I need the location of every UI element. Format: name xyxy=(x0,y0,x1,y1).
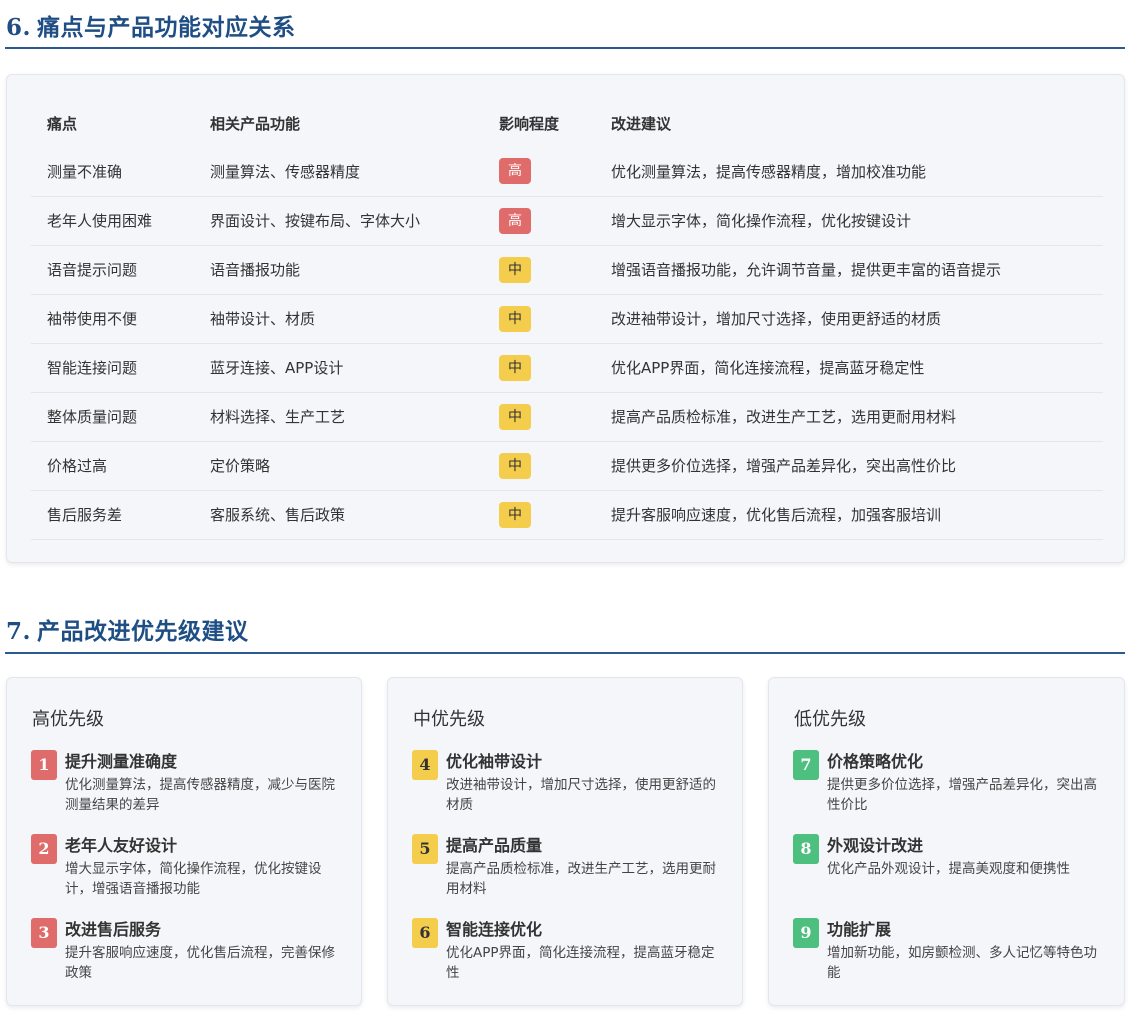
priority-number-badge: 4 xyxy=(412,750,438,780)
priority-item-title: 功能扩展 xyxy=(827,920,892,939)
cell-impact: 高 xyxy=(483,147,595,197)
priority-item-desc: 提供更多价位选择，增强产品差异化，突出高性价比 xyxy=(827,777,1097,813)
cell-pain: 价格过高 xyxy=(31,441,194,491)
header-pain: 痛点 xyxy=(47,114,78,133)
cell-pain: 语音提示问题 xyxy=(31,245,194,295)
pain-point-table: 痛点 相关产品功能 影响程度 改进建议 测量不准确 测量算法、传感器精度 高 优… xyxy=(31,99,1103,540)
low-priority-card: 低优先级 7 价格策略优化 提供更多价位选择，增强产品差异化，突出高性价比 8 … xyxy=(768,677,1125,1006)
cell-feature: 测量算法、传感器精度 xyxy=(194,147,483,197)
priority-item-desc: 优化测量算法，提高传感器精度，减少与医院测量结果的差异 xyxy=(65,777,335,813)
cell-suggestion: 提高产品质检标准，改进生产工艺，选用更耐用材料 xyxy=(595,392,1103,442)
table-row: 语音提示问题 语音播报功能 中 增强语音播报功能，允许调节音量，提供更丰富的语音… xyxy=(31,245,1103,295)
cell-pain: 袖带使用不便 xyxy=(31,294,194,344)
section-7-divider xyxy=(5,652,1125,654)
priority-item-title: 提升测量准确度 xyxy=(65,752,178,771)
priority-item-desc: 提升客服响应速度，优化售后流程，完善保修政策 xyxy=(65,945,335,981)
cell-impact: 中 xyxy=(483,441,595,491)
section-6-number: 6. xyxy=(6,14,32,41)
section-7-number: 7. xyxy=(6,618,32,645)
cell-feature: 语音播报功能 xyxy=(194,245,483,295)
cell-impact: 中 xyxy=(483,490,595,540)
impact-badge-medium: 中 xyxy=(499,354,531,381)
impact-badge-medium: 中 xyxy=(499,256,531,283)
cell-suggestion: 提升客服响应速度，优化售后流程，加强客服培训 xyxy=(595,490,1103,540)
priority-number-badge: 7 xyxy=(793,750,819,780)
priority-item-title: 价格策略优化 xyxy=(827,752,924,771)
cell-pain: 老年人使用困难 xyxy=(31,196,194,246)
table-row: 价格过高 定价策略 中 提供更多价位选择，增强产品差异化，突出高性价比 xyxy=(31,441,1103,491)
section-7-title-text: 产品改进优先级建议 xyxy=(37,618,249,645)
header-impact: 影响程度 xyxy=(499,114,560,133)
card-heading: 高优先级 xyxy=(32,709,104,730)
impact-badge-medium: 中 xyxy=(499,501,531,528)
cell-impact: 高 xyxy=(483,196,595,246)
priority-number-badge: 3 xyxy=(31,918,57,948)
priority-item-title: 老年人友好设计 xyxy=(65,836,178,855)
cell-feature: 界面设计、按键布局、字体大小 xyxy=(194,196,483,246)
cell-feature: 袖带设计、材质 xyxy=(194,294,483,344)
priority-item-desc: 提高产品质检标准，改进生产工艺，选用更耐用材料 xyxy=(446,861,716,897)
priority-item-desc: 改进袖带设计，增加尺寸选择，使用更舒适的材质 xyxy=(446,777,716,813)
cell-suggestion: 增大显示字体，简化操作流程，优化按键设计 xyxy=(595,196,1103,246)
table-row: 售后服务差 客服系统、售后政策 中 提升客服响应速度，优化售后流程，加强客服培训 xyxy=(31,490,1103,540)
priority-number-badge: 9 xyxy=(793,918,819,948)
cell-feature: 蓝牙连接、APP设计 xyxy=(194,343,483,393)
priority-item-title: 智能连接优化 xyxy=(446,920,543,939)
priority-item-title: 提高产品质量 xyxy=(446,836,543,855)
header-feature: 相关产品功能 xyxy=(210,114,301,133)
cell-suggestion: 增强语音播报功能，允许调节音量，提供更丰富的语音提示 xyxy=(595,245,1103,295)
cell-pain: 测量不准确 xyxy=(31,147,194,197)
priority-item-title: 优化袖带设计 xyxy=(446,752,543,771)
cell-feature: 客服系统、售后政策 xyxy=(194,490,483,540)
priority-number-badge: 1 xyxy=(31,750,57,780)
cell-suggestion: 优化测量算法，提高传感器精度，增加校准功能 xyxy=(595,147,1103,197)
table-row: 老年人使用困难 界面设计、按键布局、字体大小 高 增大显示字体，简化操作流程，优… xyxy=(31,196,1103,246)
medium-priority-card: 中优先级 4 优化袖带设计 改进袖带设计，增加尺寸选择，使用更舒适的材质 5 提… xyxy=(387,677,743,1006)
cell-pain: 售后服务差 xyxy=(31,490,194,540)
high-priority-card: 高优先级 1 提升测量准确度 优化测量算法，提高传感器精度，减少与医院测量结果的… xyxy=(6,677,362,1006)
cell-impact: 中 xyxy=(483,392,595,442)
table-row: 测量不准确 测量算法、传感器精度 高 优化测量算法，提高传感器精度，增加校准功能 xyxy=(31,147,1103,197)
cell-impact: 中 xyxy=(483,294,595,344)
section-7-title: 7. 产品改进优先级建议 xyxy=(6,612,249,646)
priority-item-desc: 优化APP界面，简化连接流程，提高蓝牙稳定性 xyxy=(446,945,715,981)
impact-badge-medium: 中 xyxy=(499,305,531,332)
cell-feature: 定价策略 xyxy=(194,441,483,491)
cell-suggestion: 优化APP界面，简化连接流程，提高蓝牙稳定性 xyxy=(595,343,1103,393)
table-header-row: 痛点 相关产品功能 影响程度 改进建议 xyxy=(31,99,1103,147)
priority-item-title: 改进售后服务 xyxy=(65,920,162,939)
impact-badge-high: 高 xyxy=(499,207,531,234)
priority-number-badge: 8 xyxy=(793,834,819,864)
priority-item-desc: 增加新功能，如房颤检测、多人记忆等特色功能 xyxy=(827,945,1097,981)
table-row: 整体质量问题 材料选择、生产工艺 中 提高产品质检标准，改进生产工艺，选用更耐用… xyxy=(31,392,1103,442)
section-6-title-text: 痛点与产品功能对应关系 xyxy=(37,14,296,41)
table-row: 袖带使用不便 袖带设计、材质 中 改进袖带设计，增加尺寸选择，使用更舒适的材质 xyxy=(31,294,1103,344)
priority-number-badge: 2 xyxy=(31,834,57,864)
card-heading: 中优先级 xyxy=(413,709,485,730)
impact-badge-high: 高 xyxy=(499,158,531,185)
section-6-divider xyxy=(5,47,1125,49)
card-heading: 低优先级 xyxy=(794,709,866,730)
priority-item-title: 外观设计改进 xyxy=(827,836,924,855)
cell-feature: 材料选择、生产工艺 xyxy=(194,392,483,442)
cell-suggestion: 改进袖带设计，增加尺寸选择，使用更舒适的材质 xyxy=(595,294,1103,344)
priority-number-badge: 6 xyxy=(412,918,438,948)
header-suggestion: 改进建议 xyxy=(611,114,672,133)
cell-suggestion: 提供更多价位选择，增强产品差异化，突出高性价比 xyxy=(595,441,1103,491)
priority-item-desc: 增大显示字体，简化操作流程，优化按键设计，增强语音播报功能 xyxy=(65,861,322,897)
pain-point-table-card: 痛点 相关产品功能 影响程度 改进建议 测量不准确 测量算法、传感器精度 高 优… xyxy=(6,74,1125,563)
cell-impact: 中 xyxy=(483,245,595,295)
priority-number-badge: 5 xyxy=(412,834,438,864)
cell-impact: 中 xyxy=(483,343,595,393)
impact-badge-medium: 中 xyxy=(499,452,531,479)
cell-pain: 整体质量问题 xyxy=(31,392,194,442)
impact-badge-medium: 中 xyxy=(499,403,531,430)
section-6-title: 6. 痛点与产品功能对应关系 xyxy=(6,8,296,42)
cell-pain: 智能连接问题 xyxy=(31,343,194,393)
table-row: 智能连接问题 蓝牙连接、APP设计 中 优化APP界面，简化连接流程，提高蓝牙稳… xyxy=(31,343,1103,393)
priority-item-desc: 优化产品外观设计，提高美观度和便携性 xyxy=(827,861,1070,877)
